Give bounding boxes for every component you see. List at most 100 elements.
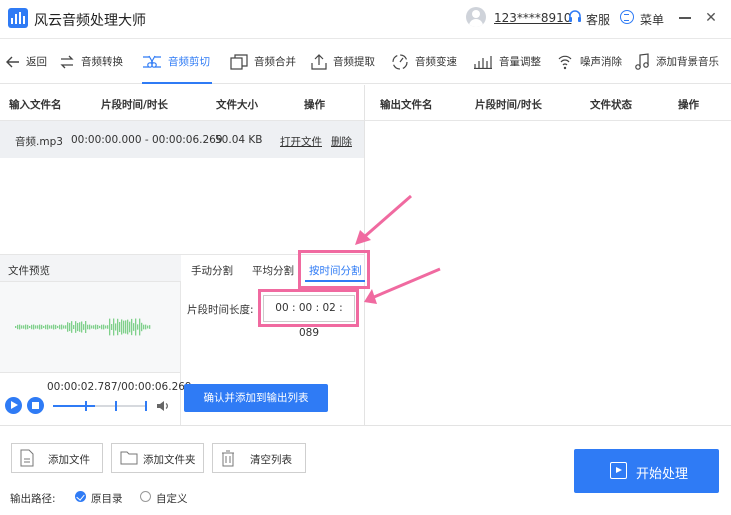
waveform-bar [81, 321, 83, 333]
tab-audio-convert[interactable]: 音频转换 [59, 39, 123, 84]
music-note-icon [635, 52, 649, 70]
tab-noise-removal[interactable]: 噪声消除 [556, 39, 622, 84]
tab-average-split[interactable]: 平均分割 [252, 263, 294, 278]
waveform-bar [67, 322, 69, 332]
play-square-icon [610, 462, 627, 479]
scissors-icon [143, 55, 161, 68]
output-path-label: 输出路径: [10, 493, 56, 505]
start-processing-button[interactable]: 开始处理 [574, 449, 719, 493]
tab-volume-adjust[interactable]: 音量调整 [473, 39, 541, 84]
marker-tick[interactable] [115, 401, 117, 411]
tab-label: 音量调整 [499, 56, 541, 68]
waveform-bar [61, 324, 63, 330]
segment-length-label: 片段时间长度: [187, 304, 254, 316]
tab-audio-merge[interactable]: 音频合并 [230, 39, 296, 84]
tab-label: 音频剪切 [168, 56, 210, 68]
waveform-bar [97, 324, 99, 330]
divider [0, 425, 365, 426]
add-folder-button[interactable]: 添加文件夹 [111, 443, 204, 473]
radio-original-dir[interactable] [75, 491, 86, 502]
waveform-bar [19, 324, 21, 330]
arrow-line [362, 194, 412, 240]
tab-audio-speed[interactable]: 音频变速 [391, 39, 457, 84]
file-range: 00:00:00.000 - 00:00:06.269 [71, 134, 223, 146]
waveform-bar [57, 325, 59, 329]
headset-icon[interactable] [568, 10, 582, 24]
preview-title: 文件预览 [8, 265, 50, 277]
tab-label: 添加背景音乐 [656, 56, 719, 68]
tab-label: 噪声消除 [580, 56, 622, 68]
play-button[interactable] [5, 397, 22, 414]
waveform-bar [15, 326, 17, 328]
waveform-bar [29, 325, 31, 329]
back-label: 返回 [26, 56, 47, 68]
col-actions: 操作 [304, 99, 325, 111]
waveform-bar [33, 324, 35, 330]
waveform-bar [123, 320, 125, 334]
waveform-bar [149, 325, 151, 329]
waveform-bar [23, 325, 25, 329]
waveform-bar [95, 324, 97, 330]
menu-label[interactable]: 菜单 [640, 11, 664, 28]
marker-tick[interactable] [145, 401, 147, 411]
waveform-bar [55, 324, 57, 330]
marker-tick[interactable] [85, 401, 87, 411]
open-file-link[interactable]: 打开文件 [280, 134, 322, 149]
col-segment-duration: 片段时间/时长 [475, 99, 542, 111]
waveform-bar [103, 324, 105, 330]
radio-custom-dir[interactable] [140, 491, 151, 502]
col-output-name: 输出文件名 [380, 99, 433, 111]
noise-icon [558, 55, 572, 69]
waveform-bar [17, 324, 19, 330]
service-label[interactable]: 客服 [586, 11, 610, 28]
waveform-bar [139, 318, 141, 336]
waveform-bar [35, 325, 37, 329]
col-file-status: 文件状态 [590, 99, 632, 111]
toolbar: 返回 音频转换 音频剪切 音频合并 音频提取 音频变速 音量调整 噪声消除 添加… [0, 38, 731, 84]
waveform-bar [119, 321, 121, 333]
tab-manual-split[interactable]: 手动分割 [191, 263, 233, 278]
waveform-bar [93, 325, 95, 329]
output-table-header: 输出文件名 片段时间/时长 文件状态 操作 [365, 85, 731, 121]
waveform-bar [21, 325, 23, 329]
title-bar: 风云音频处理大师 123****8910 客服 菜单 ✕ [0, 0, 731, 38]
delete-link[interactable]: 删除 [331, 134, 352, 149]
waveform-bar [73, 324, 75, 330]
arrow-head [364, 289, 377, 304]
menu-icon[interactable] [620, 10, 634, 24]
waveform-bar [111, 324, 113, 330]
volume-icon[interactable] [156, 399, 170, 413]
back-button[interactable]: 返回 [6, 39, 47, 84]
tab-audio-extract[interactable]: 音频提取 [311, 39, 375, 84]
add-file-button[interactable]: 添加文件 [11, 443, 103, 473]
playback-progress[interactable] [53, 401, 147, 411]
waveform-bar [71, 321, 73, 333]
user-avatar-icon[interactable] [466, 7, 486, 27]
waveform-bar [47, 324, 49, 330]
tab-audio-cut[interactable]: 音频剪切 [142, 39, 212, 84]
clear-list-label: 清空列表 [250, 454, 292, 466]
clear-list-button[interactable]: 清空列表 [212, 443, 306, 473]
input-table-header: 输入文件名 片段时间/时长 文件大小 操作 [0, 85, 364, 121]
confirm-add-button[interactable]: 确认并添加到输出列表 [184, 384, 328, 412]
highlight-box [298, 250, 370, 289]
preview-header: 文件预览 [0, 254, 181, 282]
speed-icon [392, 53, 408, 70]
tab-label: 音频合并 [254, 56, 296, 68]
tab-add-bgm[interactable]: 添加背景音乐 [634, 39, 719, 84]
waveform-bar [49, 325, 51, 329]
account-link[interactable]: 123****8910 [494, 11, 571, 25]
table-row[interactable]: 音频.mp3 00:00:00.000 - 00:00:06.269 50.04… [0, 121, 364, 158]
waveform-bar [125, 320, 127, 334]
close-button[interactable]: ✕ [704, 11, 718, 25]
file-icon [20, 449, 34, 467]
stop-button[interactable] [27, 397, 44, 414]
minimize-button[interactable] [679, 17, 691, 19]
highlight-box [258, 289, 359, 327]
waveform-bar [131, 318, 133, 336]
radio-custom-label[interactable]: 自定义 [156, 491, 188, 506]
radio-original-label[interactable]: 原目录 [91, 491, 123, 506]
waveform-bar [141, 322, 143, 332]
divider [365, 425, 731, 426]
waveform-bar [59, 324, 61, 330]
